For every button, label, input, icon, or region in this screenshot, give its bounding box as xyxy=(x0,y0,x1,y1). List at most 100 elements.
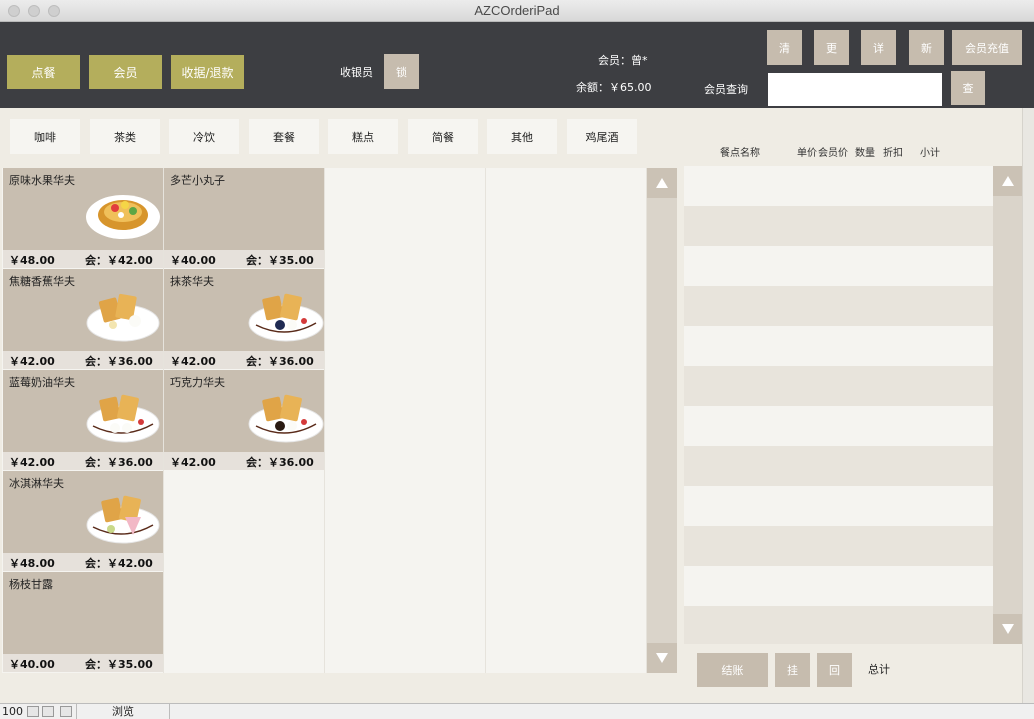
product-tile[interactable]: 杨枝甘露 ￥40.00 会：￥35.00 xyxy=(3,572,163,672)
cashier-label: 收银员 xyxy=(340,66,373,79)
category-cold-drinks[interactable]: 冷饮 xyxy=(169,119,239,154)
category-other[interactable]: 其他 xyxy=(487,119,557,154)
product-name: 冰淇淋华夫 xyxy=(9,477,64,490)
title-bar: AZCOrderiPad xyxy=(0,0,1034,22)
checkout-button[interactable]: 结账 xyxy=(697,653,768,687)
category-light-meal[interactable]: 简餐 xyxy=(408,119,478,154)
clear-member-button[interactable]: 清 xyxy=(767,30,802,65)
order-row[interactable] xyxy=(684,286,993,326)
view-mode[interactable]: 浏览 xyxy=(76,704,170,719)
order-row[interactable] xyxy=(684,326,993,366)
top-toolbar: 点餐 会员 收据/退款 收银员 锁 会员：曾* 余额：￥65.00 清 更 详 … xyxy=(0,22,1034,108)
category-cocktail[interactable]: 鸡尾酒 xyxy=(567,119,637,154)
member-nav-button[interactable]: 会员 xyxy=(89,55,162,89)
product-scrollbar[interactable] xyxy=(647,168,677,673)
order-col-name: 餐点名称 xyxy=(720,148,760,159)
order-col-discount: 折扣 xyxy=(883,148,903,159)
order-list xyxy=(684,166,993,644)
product-price: ￥40.00 xyxy=(9,658,55,671)
product-tile[interactable]: 抹茶华夫 ￥42.00 会：￥36.00 xyxy=(164,269,324,369)
category-pastry[interactable]: 糕点 xyxy=(328,119,398,154)
product-tile[interactable]: 巧克力华夫 ￥42.00 会：￥36.00 xyxy=(164,370,324,470)
order-scroll-down-button[interactable] xyxy=(993,614,1022,644)
product-price: ￥40.00 xyxy=(170,254,216,267)
scroll-down-button[interactable] xyxy=(647,643,677,673)
product-tile[interactable]: 冰淇淋华夫 ￥48.00 会：￥42.00 xyxy=(3,471,163,571)
product-name: 蓝莓奶油华夫 xyxy=(9,376,75,389)
status-bar: 100 浏览 xyxy=(0,703,1034,719)
price-bar: ￥42.00 会：￥36.00 xyxy=(164,351,324,369)
layout-toggle-icon[interactable] xyxy=(60,706,72,717)
price-bar: ￥40.00 会：￥35.00 xyxy=(3,654,163,672)
zoom-out-icon[interactable] xyxy=(27,706,39,717)
member-detail-button[interactable]: 详 xyxy=(861,30,896,65)
product-name: 原味水果华夫 xyxy=(9,174,75,187)
triangle-down-icon xyxy=(1001,624,1014,634)
product-tile[interactable]: 多芒小丸子 ￥40.00 会：￥35.00 xyxy=(164,168,324,268)
new-member-button[interactable]: 新 xyxy=(909,30,944,65)
product-member-price: 会：￥36.00 xyxy=(85,456,153,469)
category-coffee[interactable]: 咖啡 xyxy=(10,119,80,154)
product-member-price: 会：￥42.00 xyxy=(85,557,153,570)
product-name: 巧克力华夫 xyxy=(170,376,225,389)
order-row[interactable] xyxy=(684,446,993,486)
product-member-price: 会：￥36.00 xyxy=(85,355,153,368)
window-title: AZCOrderiPad xyxy=(474,3,560,18)
category-combo[interactable]: 套餐 xyxy=(249,119,319,154)
order-col-qty: 数量 xyxy=(855,148,875,159)
product-member-price: 会：￥36.00 xyxy=(246,456,314,469)
price-bar: ￥40.00 会：￥35.00 xyxy=(164,250,324,268)
receipt-refund-button[interactable]: 收据/退款 xyxy=(171,55,244,89)
product-member-price: 会：￥35.00 xyxy=(85,658,153,671)
order-row[interactable] xyxy=(684,246,993,286)
change-member-button[interactable]: 更 xyxy=(814,30,849,65)
product-tile[interactable]: 原味水果华夫 ￥48.00 会：￥42.00 xyxy=(3,168,163,268)
price-bar: ￥48.00 会：￥42.00 xyxy=(3,553,163,571)
zoom-in-icon[interactable] xyxy=(42,706,54,717)
order-scrollbar[interactable] xyxy=(993,166,1022,644)
triangle-up-icon xyxy=(656,178,668,188)
waffle-image xyxy=(86,293,160,342)
window-edge xyxy=(1022,108,1034,703)
order-col-price: 单价 xyxy=(797,148,817,159)
price-bar: ￥42.00 会：￥36.00 xyxy=(3,351,163,369)
triangle-down-icon xyxy=(656,653,668,663)
order-row[interactable] xyxy=(684,406,993,446)
order-row[interactable] xyxy=(684,206,993,246)
price-bar: ￥42.00 会：￥36.00 xyxy=(3,452,163,470)
order-row[interactable] xyxy=(684,366,993,406)
order-row[interactable] xyxy=(684,566,993,606)
waffle-image xyxy=(248,293,324,342)
waffle-image xyxy=(86,495,160,544)
product-name: 多芒小丸子 xyxy=(170,174,225,187)
fruit-waffle-image xyxy=(86,195,160,239)
category-tea[interactable]: 茶类 xyxy=(90,119,160,154)
product-price: ￥42.00 xyxy=(170,355,216,368)
product-name: 焦糖香蕉华夫 xyxy=(9,275,75,288)
product-column-3 xyxy=(325,168,486,673)
member-query-input[interactable] xyxy=(768,73,942,106)
order-row[interactable] xyxy=(684,166,993,206)
order-nav-button[interactable]: 点餐 xyxy=(7,55,80,89)
waffle-image xyxy=(248,394,324,443)
member-search-button[interactable]: 查 xyxy=(951,71,985,105)
product-tile[interactable]: 蓝莓奶油华夫 ￥42.00 会：￥36.00 xyxy=(3,370,163,470)
member-name-text: 会员：曾* xyxy=(598,54,648,67)
order-row[interactable] xyxy=(684,526,993,566)
order-row[interactable] xyxy=(684,606,993,644)
scroll-up-button[interactable] xyxy=(647,168,677,198)
order-col-member-price: 会员价 xyxy=(818,148,848,159)
order-scroll-up-button[interactable] xyxy=(993,166,1022,196)
order-row[interactable] xyxy=(684,486,993,526)
app-window: AZCOrderiPad 点餐 会员 收据/退款 收银员 锁 会员：曾* 余额：… xyxy=(0,0,1034,719)
product-name: 抹茶华夫 xyxy=(170,275,214,288)
hang-order-button[interactable]: 挂 xyxy=(775,653,810,687)
recall-order-button[interactable]: 回 xyxy=(817,653,852,687)
member-balance-text: 余额：￥65.00 xyxy=(576,81,652,94)
product-column-4 xyxy=(486,168,647,673)
product-price: ￥48.00 xyxy=(9,557,55,570)
lock-button[interactable]: 锁 xyxy=(384,54,419,89)
product-tile[interactable]: 焦糖香蕉华夫 ￥42.00 会：￥36.00 xyxy=(3,269,163,369)
price-bar: ￥42.00 会：￥36.00 xyxy=(164,452,324,470)
member-recharge-button[interactable]: 会员充值 xyxy=(952,30,1022,65)
